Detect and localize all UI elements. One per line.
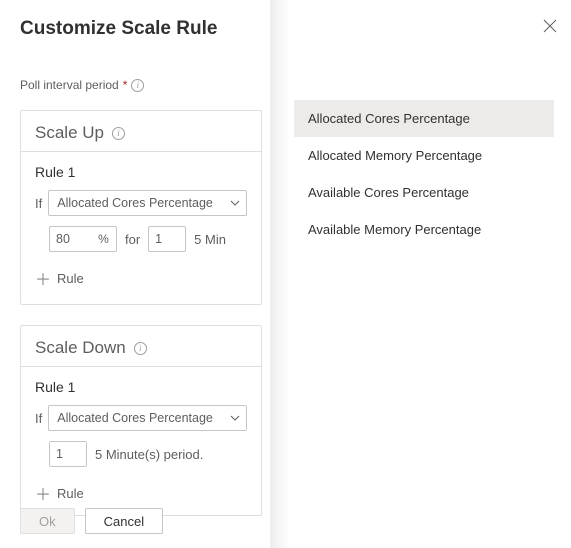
add-rule-button[interactable]: ＋ Rule	[35, 481, 247, 505]
customize-scale-rule-panel: Customize Scale Rule Poll interval perio…	[0, 0, 280, 548]
rule-title: Rule 1	[35, 379, 247, 395]
rule-condition-row: If Allocated Cores Percentage	[35, 190, 247, 216]
metric-dropdown[interactable]: Allocated Cores Percentage	[48, 190, 247, 216]
menu-item-available-cores[interactable]: Available Cores Percentage	[294, 174, 554, 211]
period-count-input[interactable]	[49, 441, 87, 467]
panel-header: Customize Scale Rule	[20, 18, 260, 40]
chevron-down-icon	[230, 200, 240, 206]
scale-down-header: Scale Down i	[21, 326, 261, 367]
plus-icon: ＋	[35, 481, 51, 505]
close-icon	[543, 19, 557, 33]
ok-button[interactable]: Ok	[20, 508, 75, 534]
scale-down-section: Scale Down i Rule 1 If Allocated Cores P…	[20, 325, 262, 516]
cancel-button[interactable]: Cancel	[85, 508, 163, 534]
chevron-down-icon	[230, 415, 240, 421]
panel-title: Customize Scale Rule	[20, 18, 217, 40]
info-icon[interactable]: i	[134, 342, 147, 355]
scale-up-header: Scale Up i	[21, 111, 261, 152]
close-button[interactable]	[540, 16, 560, 36]
add-rule-button[interactable]: ＋ Rule	[35, 266, 247, 290]
add-rule-label: Rule	[57, 486, 84, 501]
scale-down-title: Scale Down	[35, 338, 126, 358]
poll-interval-row: Poll interval period * i	[20, 78, 260, 92]
metric-dropdown-value: Allocated Cores Percentage	[57, 196, 213, 210]
panel-footer: Ok Cancel	[20, 508, 163, 534]
scale-up-title: Scale Up	[35, 123, 104, 143]
menu-item-allocated-memory[interactable]: Allocated Memory Percentage	[294, 137, 554, 174]
period-count-input[interactable]	[148, 226, 186, 252]
scale-up-section: Scale Up i Rule 1 If Allocated Cores Per…	[20, 110, 262, 305]
rule-period-row: 5 Minute(s) period.	[35, 441, 247, 467]
rule-threshold-row: % for 5 Min	[35, 226, 247, 252]
scale-up-body: Rule 1 If Allocated Cores Percentage % f…	[21, 152, 261, 304]
menu-item-available-memory[interactable]: Available Memory Percentage	[294, 211, 554, 248]
period-suffix: 5 Min	[194, 232, 226, 247]
metric-dropdown-value: Allocated Cores Percentage	[57, 411, 213, 425]
threshold-input[interactable]	[49, 226, 91, 252]
metric-dropdown[interactable]: Allocated Cores Percentage	[48, 405, 247, 431]
period-suffix: 5 Minute(s) period.	[95, 447, 203, 462]
rule-condition-row: If Allocated Cores Percentage	[35, 405, 247, 431]
required-indicator: *	[123, 78, 128, 92]
plus-icon: ＋	[35, 266, 51, 290]
info-icon[interactable]: i	[131, 79, 144, 92]
poll-interval-label: Poll interval period	[20, 78, 119, 92]
add-rule-label: Rule	[57, 271, 84, 286]
threshold-input-group: %	[49, 226, 117, 252]
if-label: If	[35, 196, 42, 211]
if-label: If	[35, 411, 42, 426]
info-icon[interactable]: i	[112, 127, 125, 140]
rule-title: Rule 1	[35, 164, 247, 180]
scale-down-body: Rule 1 If Allocated Cores Percentage 5 M…	[21, 367, 261, 515]
percent-suffix: %	[91, 226, 117, 252]
for-label: for	[125, 232, 140, 247]
menu-item-allocated-cores[interactable]: Allocated Cores Percentage	[294, 100, 554, 137]
metric-dropdown-menu: Allocated Cores Percentage Allocated Mem…	[294, 100, 554, 248]
